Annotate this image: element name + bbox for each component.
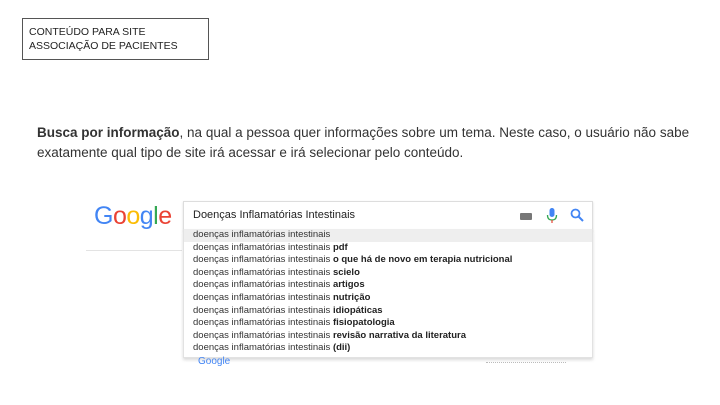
- divider: [486, 362, 566, 366]
- footer-logo: Google: [198, 356, 231, 367]
- google-screenshot: Google Doenças Inflamatórias Intestinais…: [86, 194, 593, 367]
- logo-letter: g: [139, 202, 154, 230]
- logo-letter: G: [94, 202, 113, 230]
- google-logo[interactable]: Google: [94, 202, 172, 231]
- suggestion-item[interactable]: doenças inflamatórias intestinais fisiop…: [184, 317, 592, 330]
- microphone-icon[interactable]: [546, 208, 558, 224]
- suggestion-item[interactable]: doenças inflamatórias intestinais revisã…: [184, 330, 592, 343]
- suggestion-item[interactable]: doenças inflamatórias intestinais pdf: [184, 242, 592, 255]
- logo-letter: e: [158, 202, 172, 230]
- suggestion-item[interactable]: doenças inflamatórias intestinais idiopá…: [184, 305, 592, 318]
- logo-letter: o: [126, 202, 140, 230]
- suggestion-item[interactable]: doenças inflamatórias intestinais scielo: [184, 267, 592, 280]
- title-line-1: CONTEÚDO PARA SITE: [29, 26, 146, 38]
- search-icon[interactable]: [570, 208, 584, 222]
- suggestion-item[interactable]: doenças inflamatórias intestinais artigo…: [184, 279, 592, 292]
- search-input[interactable]: Doenças Inflamatórias Intestinais: [183, 201, 593, 231]
- search-query: Doenças Inflamatórias Intestinais: [193, 209, 356, 221]
- suggestion-item[interactable]: doenças inflamatórias intestinais nutriç…: [184, 292, 592, 305]
- suggestion-item[interactable]: doenças inflamatórias intestinais (dii): [184, 342, 592, 355]
- suggestion-item[interactable]: doenças inflamatórias intestinais: [184, 229, 592, 242]
- title-box: CONTEÚDO PARA SITE ASSOCIAÇÃO DE PACIENT…: [22, 18, 209, 60]
- divider: [86, 250, 182, 261]
- title-line-2: ASSOCIAÇÃO DE PACIENTES: [29, 40, 178, 52]
- keyboard-icon[interactable]: [520, 213, 532, 220]
- logo-letter: o: [112, 202, 127, 230]
- description: Busca por informação, na qual a pessoa q…: [37, 123, 697, 163]
- description-bold: Busca por informação: [37, 125, 180, 140]
- suggestion-list: doenças inflamatórias intestinais doença…: [183, 229, 593, 358]
- suggestion-item[interactable]: doenças inflamatórias intestinais o que …: [184, 254, 592, 267]
